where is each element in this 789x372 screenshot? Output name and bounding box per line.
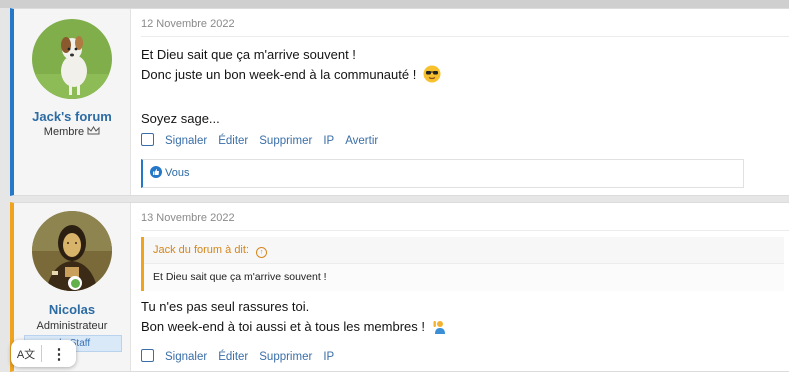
user-title: Administrateur (36, 320, 108, 332)
post-actions: Signaler Éditer Supprimer IP (141, 349, 345, 363)
post-message-1: Jack's forum Membre 12 Novembre 2022 Et … (10, 8, 789, 196)
like-icon (150, 166, 162, 178)
waving-person-emoji-icon (429, 319, 447, 334)
post-date[interactable]: 13 Novembre 2022 (141, 203, 789, 231)
online-status-icon (68, 276, 82, 290)
quote-text: Et Dieu sait que ça m'arrive souvent ! (153, 271, 327, 283)
post-message-2: Nicolas Administrateur du Staff 13 Novem… (10, 202, 789, 372)
username[interactable]: Jack's forum (14, 109, 130, 124)
post-line: Soyez sage... (141, 111, 220, 126)
edit-link[interactable]: Éditer (218, 351, 248, 363)
crown-icon (87, 126, 100, 138)
quote-author[interactable]: Jack du forum à dit: (153, 244, 249, 256)
ip-link[interactable]: IP (323, 351, 334, 363)
post-content: 12 Novembre 2022 Et Dieu sait que ça m'a… (141, 9, 789, 195)
select-checkbox[interactable] (141, 349, 154, 362)
quote-block: Jack du forum à dit: ↑ Et Dieu sait que … (141, 237, 784, 291)
avatar[interactable] (32, 19, 112, 99)
delete-link[interactable]: Supprimer (259, 135, 312, 147)
post-actions: Signaler Éditer Supprimer IP Avertir (141, 133, 389, 147)
ip-link[interactable]: IP (323, 135, 334, 147)
post-line: Bon week-end à toi aussi et à tous les m… (141, 319, 425, 334)
delete-link[interactable]: Supprimer (259, 351, 312, 363)
report-link[interactable]: Signaler (165, 351, 207, 363)
translate-icon[interactable]: A文 (11, 346, 41, 362)
warn-link[interactable]: Avertir (345, 135, 378, 147)
go-to-quote-icon[interactable]: ↑ (256, 247, 268, 258)
floating-toolbar: A文 ⋮ (11, 340, 76, 367)
select-checkbox[interactable] (141, 133, 154, 146)
reactions-bar[interactable]: Vous (141, 159, 744, 188)
username[interactable]: Nicolas (14, 302, 130, 317)
reaction-users[interactable]: Vous (165, 167, 189, 179)
more-options-icon[interactable]: ⋮ (42, 345, 76, 363)
post-body: Et Dieu sait que ça m'arrive souvent ! D… (141, 45, 441, 129)
user-cell: Jack's forum Membre (14, 9, 131, 195)
post-body: Tu n'es pas seul rassures toi. Bon week-… (141, 297, 447, 337)
top-scroll-bar (0, 0, 789, 8)
post-line: Tu n'es pas seul rassures toi. (141, 299, 310, 314)
post-content: 13 Novembre 2022 Jack du forum à dit: ↑ … (141, 203, 789, 371)
sunglasses-emoji-icon (423, 65, 441, 89)
quote-header[interactable]: Jack du forum à dit: ↑ (144, 237, 784, 264)
post-line-with-emoji: Donc juste un bon week-end à la communau… (141, 65, 441, 89)
post-line: Et Dieu sait que ça m'arrive souvent ! (141, 47, 356, 62)
post-line-with-emoji: Bon week-end à toi aussi et à tous les m… (141, 317, 447, 337)
user-title: Membre (14, 126, 130, 138)
post-date[interactable]: 12 Novembre 2022 (141, 9, 789, 37)
user-title-label: Membre (43, 126, 85, 138)
report-link[interactable]: Signaler (165, 135, 207, 147)
edit-link[interactable]: Éditer (218, 135, 248, 147)
post-line: Donc juste un bon week-end à la communau… (141, 67, 417, 82)
